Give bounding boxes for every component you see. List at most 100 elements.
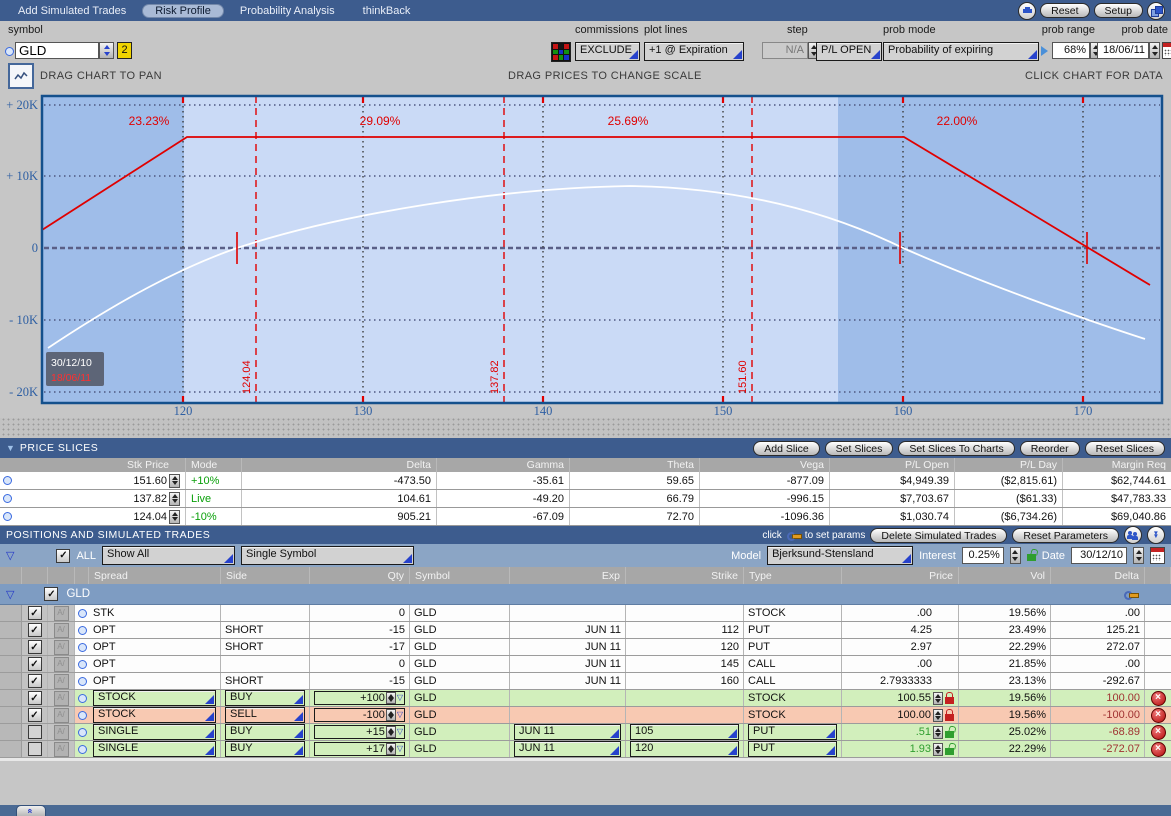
col-price[interactable]: Price — [842, 567, 959, 584]
commissions-dropdown[interactable]: EXCLUDE — [575, 42, 640, 61]
date-calendar-icon[interactable] — [1150, 547, 1165, 564]
collapse-section-icon[interactable] — [6, 443, 15, 453]
row-checkbox[interactable] — [27, 606, 42, 620]
type-dropdown[interactable]: PUT — [748, 724, 837, 740]
group-expand-icon[interactable] — [6, 588, 14, 601]
interest-field[interactable]: 0.25% — [961, 547, 1004, 564]
delete-trade-button[interactable] — [1150, 690, 1166, 706]
reset-parameters-button[interactable]: Reset Parameters — [1012, 527, 1119, 543]
price-stepper[interactable] — [933, 742, 943, 756]
stepper-icon[interactable] — [385, 709, 396, 721]
row-checkbox[interactable] — [27, 742, 42, 756]
expand-panel-button[interactable] — [16, 805, 46, 816]
slice-price-stepper[interactable] — [169, 473, 180, 488]
linked-group-badge[interactable]: 2 — [117, 42, 132, 59]
reset-button[interactable]: Reset — [1040, 3, 1090, 18]
exp-dropdown[interactable]: JUN 11 — [514, 724, 621, 740]
delete-trade-button[interactable] — [1150, 741, 1166, 757]
side-dropdown[interactable]: BUY — [225, 690, 305, 706]
show-all-dropdown[interactable]: Show All — [102, 546, 236, 565]
chart-splitter-handle[interactable] — [0, 418, 1171, 438]
lock-icon[interactable] — [945, 691, 954, 704]
step-value-field[interactable]: N/A — [762, 42, 808, 59]
group-checkbox[interactable] — [44, 587, 59, 601]
prob-date-stepper[interactable] — [1149, 42, 1160, 59]
col-delta[interactable]: Delta — [1051, 567, 1145, 584]
reorder-button[interactable]: Reorder — [1019, 440, 1080, 456]
chevron-down-icon[interactable] — [397, 728, 403, 736]
slice-price-stepper[interactable] — [169, 491, 180, 506]
all-checkbox[interactable] — [56, 548, 71, 563]
stepper-icon[interactable] — [385, 726, 396, 738]
row-checkbox[interactable] — [27, 691, 42, 705]
chart-style-button[interactable] — [8, 63, 34, 89]
col-margin-req[interactable]: Margin Req — [1063, 458, 1171, 472]
col-type[interactable]: Type — [744, 567, 842, 584]
analyze-icon[interactable] — [53, 724, 69, 740]
spread-dropdown[interactable]: STOCK — [93, 707, 216, 723]
col-theta[interactable]: Theta — [570, 458, 700, 472]
col-mode[interactable]: Mode — [186, 458, 242, 472]
tab-probability-analysis[interactable]: Probability Analysis — [228, 4, 347, 18]
analyze-icon[interactable] — [53, 673, 69, 689]
spread-dropdown[interactable]: SINGLE — [93, 724, 216, 740]
symbol-input[interactable] — [15, 42, 99, 59]
col-vega[interactable]: Vega — [700, 458, 830, 472]
side-dropdown[interactable]: BUY — [225, 741, 305, 757]
spread-dropdown[interactable]: STOCK — [93, 690, 216, 706]
setup-button[interactable]: Setup — [1093, 3, 1143, 18]
col-strike[interactable]: Strike — [626, 567, 744, 584]
commissions-grid-icon[interactable] — [551, 42, 571, 62]
delete-trade-button[interactable] — [1150, 707, 1166, 723]
row-checkbox[interactable] — [27, 640, 42, 654]
expand-triangle-icon[interactable] — [6, 549, 14, 562]
delete-trade-button[interactable] — [1150, 724, 1166, 740]
qty-stepper-field[interactable]: +17 — [314, 742, 405, 756]
col-side[interactable]: Side — [221, 567, 310, 584]
side-dropdown[interactable]: BUY — [225, 724, 305, 740]
prob-date-field[interactable]: 18/06/11 — [1097, 42, 1149, 59]
col-spread[interactable]: Spread — [89, 567, 221, 584]
detach-window-button[interactable] — [1147, 1, 1165, 20]
row-checkbox[interactable] — [27, 674, 42, 688]
pl-mode-dropdown[interactable]: P/L OPEN — [816, 42, 882, 61]
slice-mode[interactable]: +10% — [186, 472, 242, 489]
row-checkbox[interactable] — [27, 708, 42, 722]
tab-add-simulated-trades[interactable]: Add Simulated Trades — [6, 4, 138, 18]
analyze-icon[interactable] — [53, 622, 69, 638]
expand-arrow-icon[interactable] — [1041, 46, 1048, 56]
lock-icon[interactable] — [945, 730, 954, 738]
chevron-down-icon[interactable] — [397, 711, 403, 719]
col-delta[interactable]: Delta — [242, 458, 437, 472]
collapse-all-button[interactable] — [1147, 526, 1165, 544]
chevron-down-icon[interactable] — [397, 745, 403, 753]
slice-mode[interactable]: Live — [186, 490, 242, 507]
plot-lines-dropdown[interactable]: +1 @ Expiration — [644, 42, 744, 61]
analyze-icon[interactable] — [53, 707, 69, 723]
row-checkbox[interactable] — [27, 725, 42, 739]
strike-dropdown[interactable]: 120 — [630, 741, 739, 757]
set-slices-button[interactable]: Set Slices — [824, 440, 894, 456]
prob-mode-dropdown[interactable]: Probability of expiring — [883, 42, 1039, 61]
side-dropdown[interactable]: SELL — [225, 707, 305, 723]
lock-icon[interactable] — [945, 747, 954, 755]
col-exp[interactable]: Exp — [510, 567, 626, 584]
tab-risk-profile[interactable]: Risk Profile — [142, 3, 224, 18]
add-slice-button[interactable]: Add Slice — [753, 440, 820, 456]
interest-lock-icon[interactable] — [1026, 554, 1036, 561]
date-field[interactable]: 30/12/10 — [1071, 547, 1127, 564]
delete-simulated-trades-button[interactable]: Delete Simulated Trades — [870, 527, 1008, 543]
stepper-icon[interactable] — [385, 743, 396, 755]
cell-price[interactable]: 100.00 — [897, 709, 931, 721]
col-pl-open[interactable]: P/L Open — [830, 458, 955, 472]
col-qty[interactable]: Qty — [310, 567, 410, 584]
col-pl-day[interactable]: P/L Day — [955, 458, 1063, 472]
cell-price[interactable]: 100.55 — [897, 692, 931, 704]
qty-stepper-field[interactable]: +100 — [314, 691, 405, 705]
slice-price[interactable]: 124.04 — [133, 511, 167, 523]
slice-price-stepper[interactable] — [169, 509, 180, 524]
stepper-icon[interactable] — [385, 692, 396, 704]
interest-stepper[interactable] — [1009, 547, 1021, 564]
price-stepper[interactable] — [933, 691, 943, 705]
symbol-scope-dropdown[interactable]: Single Symbol — [241, 546, 415, 565]
